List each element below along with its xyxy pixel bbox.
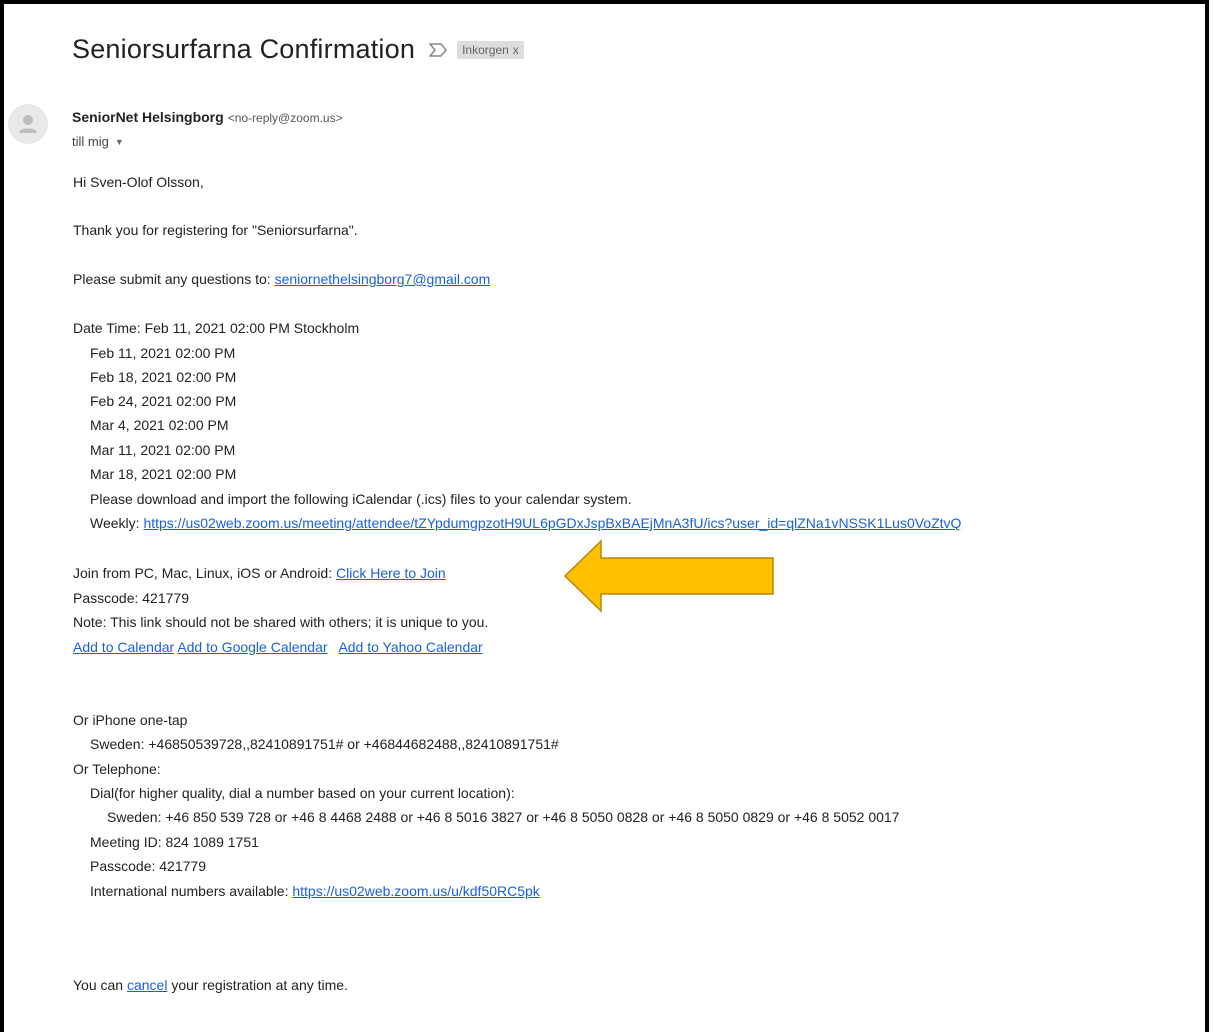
caret-down-icon[interactable]: ▼: [115, 137, 124, 147]
arrow-left-icon: [563, 539, 774, 613]
weekly-ics-link[interactable]: https://us02web.zoom.us/meeting/attendee…: [143, 515, 961, 531]
iphone-sweden: Sweden: +46850539728,,82410891751# or +4…: [90, 736, 559, 752]
dial-note: Dial(for higher quality, dial a number b…: [90, 785, 515, 801]
email-subject: Seniorsurfarna Confirmation: [72, 34, 416, 64]
occurrence-item: Mar 4, 2021 02:00 PM: [90, 417, 229, 433]
importance-marker-icon[interactable]: [429, 42, 448, 57]
recipient-label: till mig: [72, 134, 109, 149]
occurrence-item: Mar 11, 2021 02:00 PM: [90, 442, 236, 458]
passcode-line-2: Passcode: 421779: [90, 858, 206, 874]
occurrence-item: Mar 18, 2021 02:00 PM: [90, 466, 237, 482]
cancel-line: You can cancel your registration at any …: [73, 977, 348, 993]
occurrence-item: Feb 18, 2021 02:00 PM: [90, 369, 237, 385]
label-chip-inbox[interactable]: Inkorgen x: [457, 40, 524, 59]
questions-line: Please submit any questions to: seniorne…: [73, 271, 490, 287]
join-line: Join from PC, Mac, Linux, iOS or Android…: [73, 565, 446, 581]
sender-email: <no-reply@zoom.us>: [227, 111, 343, 125]
dial-sweden: Sweden: +46 850 539 728 or +46 8 4468 24…: [107, 809, 900, 825]
cancel-suffix: your registration at any time.: [167, 977, 348, 993]
label-chip-text: Inkorgen: [462, 42, 509, 57]
weekly-prefix: Weekly:: [90, 515, 144, 531]
sender-row: SeniorNet Helsingborg <no-reply@zoom.us>: [72, 109, 343, 125]
add-to-google-calendar-link[interactable]: Add to Google Calendar: [177, 639, 327, 655]
passcode-line: Passcode: 421779: [73, 590, 189, 606]
international-numbers-link[interactable]: https://us02web.zoom.us/u/kdf50RC5pk: [292, 883, 539, 899]
join-link[interactable]: Click Here to Join: [336, 565, 446, 581]
add-to-yahoo-calendar-link[interactable]: Add to Yahoo Calendar: [338, 639, 482, 655]
greeting: Hi Sven-Olof Olsson,: [73, 174, 204, 190]
recipient-row[interactable]: till mig ▼: [72, 134, 124, 149]
remove-label-icon[interactable]: x: [513, 43, 519, 57]
annotation-arrow: [563, 538, 777, 619]
occurrence-item: Feb 11, 2021 02:00 PM: [90, 345, 236, 361]
thanks-line: Thank you for registering for "Seniorsur…: [73, 222, 358, 238]
datetime-line: Date Time: Feb 11, 2021 02:00 PM Stockho…: [73, 320, 360, 336]
occurrence-item: Feb 24, 2021 02:00 PM: [90, 393, 237, 409]
cancel-link[interactable]: cancel: [127, 977, 167, 993]
add-to-calendar-link[interactable]: Add to Calendar: [73, 639, 174, 655]
international-prefix: International numbers available:: [90, 883, 293, 899]
meeting-id: Meeting ID: 824 1089 1751: [90, 834, 259, 850]
telephone-header: Or Telephone:: [73, 761, 161, 777]
join-prefix: Join from PC, Mac, Linux, iOS or Android…: [73, 565, 336, 581]
ics-note: Please download and import the following…: [90, 491, 632, 507]
sender-name[interactable]: SeniorNet Helsingborg: [72, 109, 224, 125]
iphone-header: Or iPhone one-tap: [73, 712, 188, 728]
sender-avatar[interactable]: [8, 104, 48, 144]
person-avatar-icon: [19, 115, 37, 133]
questions-prefix: Please submit any questions to:: [73, 271, 275, 287]
calendar-links: Add to Calendar Add to Google Calendar A…: [73, 639, 483, 655]
questions-email-link[interactable]: seniornethelsingborg7@gmail.com: [275, 271, 491, 287]
subject-row: Seniorsurfarna Confirmation Inkorgen x: [72, 34, 524, 65]
note-line: Note: This link should not be shared wit…: [73, 614, 489, 630]
cancel-prefix: You can: [73, 977, 127, 993]
weekly-line: Weekly: https://us02web.zoom.us/meeting/…: [90, 515, 961, 531]
international-line: International numbers available: https:/…: [90, 883, 540, 899]
